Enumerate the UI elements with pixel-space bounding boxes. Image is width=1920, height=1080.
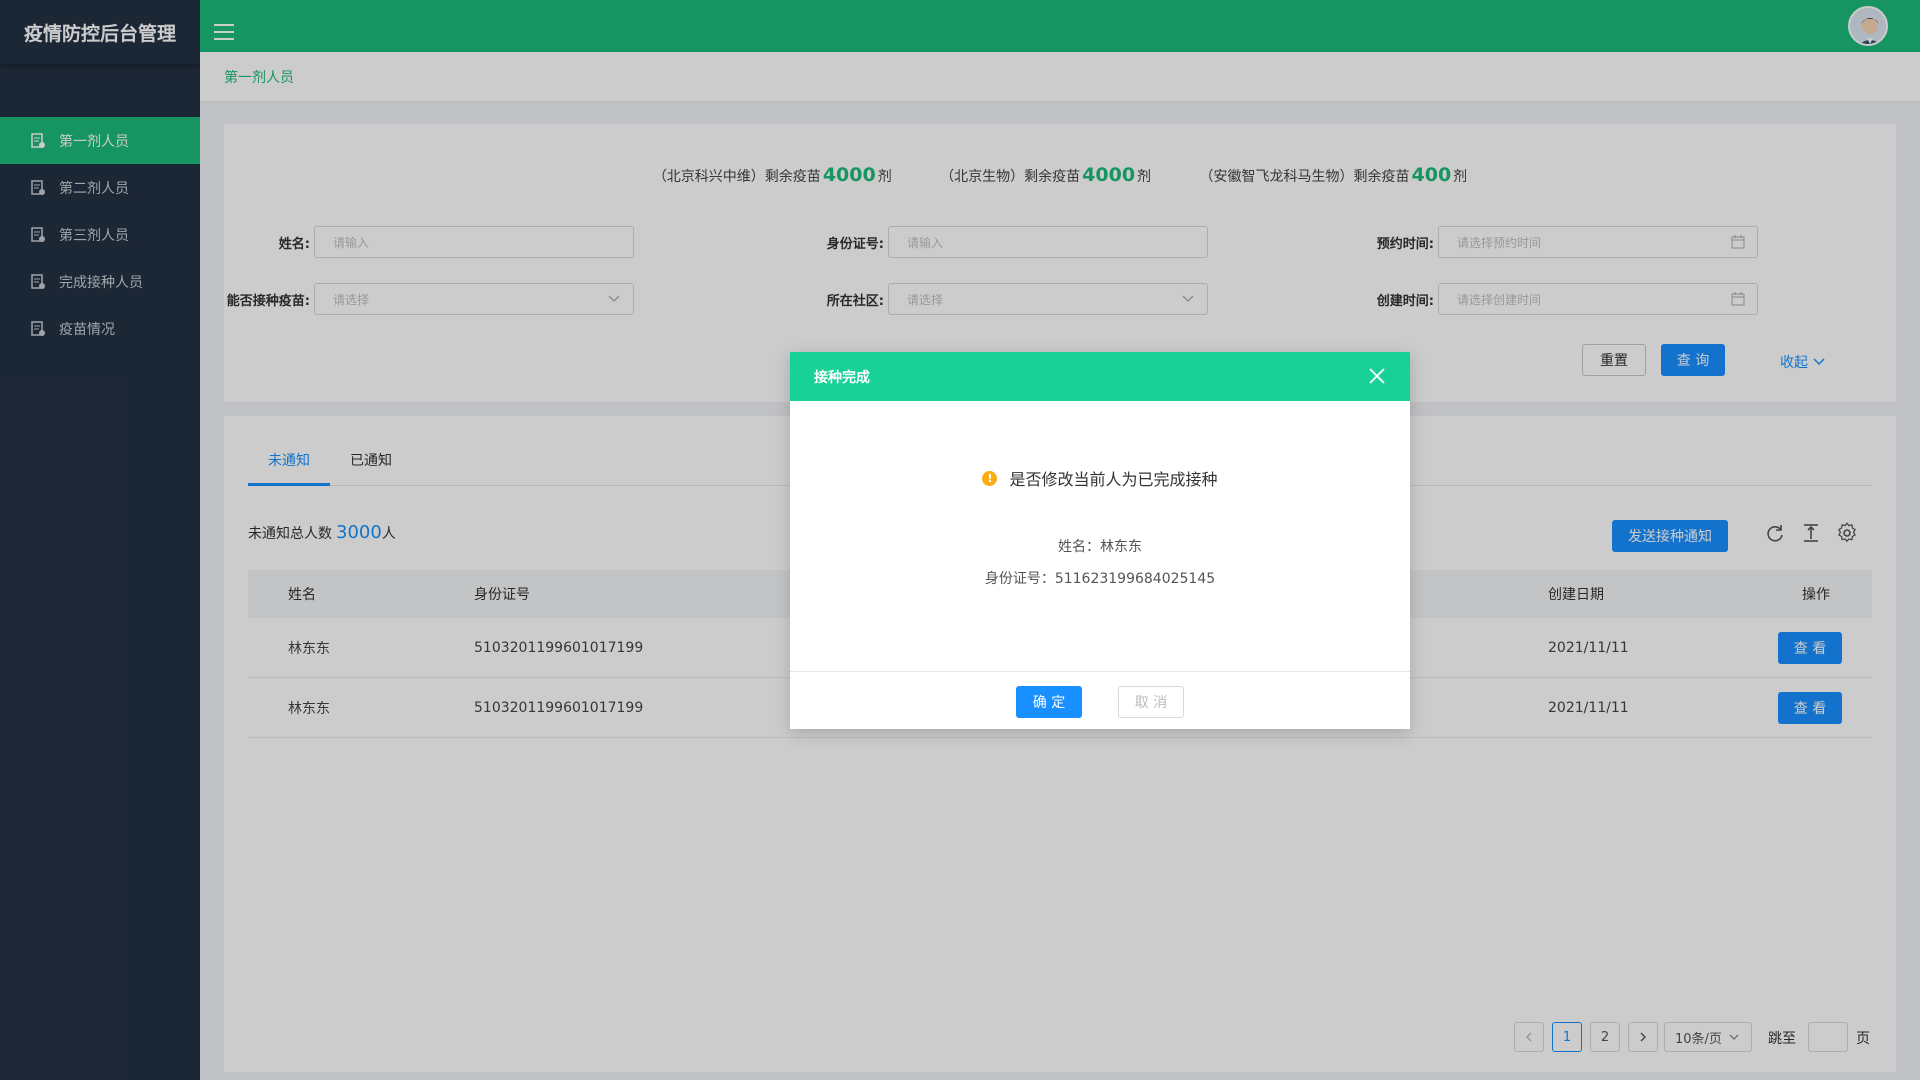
modal-title: 接种完成: [814, 369, 870, 386]
modal-footer: 确 定 取 消: [790, 671, 1410, 729]
modal-message-text: 是否修改当前人为已完成接种: [1009, 470, 1218, 489]
confirm-button[interactable]: 确 定: [1016, 686, 1082, 718]
modal-header: 接种完成: [790, 352, 1410, 401]
cancel-button[interactable]: 取 消: [1118, 686, 1184, 718]
warning-icon: !: [982, 470, 998, 486]
modal-id-line: 身份证号：511623199684025145: [984, 571, 1216, 587]
modal-message: ! 是否修改当前人为已完成接种: [790, 466, 1410, 490]
close-icon[interactable]: [1368, 367, 1386, 385]
modal-name-line: 姓名：林东东: [1058, 539, 1142, 555]
confirm-modal: 接种完成 ! 是否修改当前人为已完成接种 姓名：林东东 身份证号：5116231…: [790, 352, 1410, 729]
